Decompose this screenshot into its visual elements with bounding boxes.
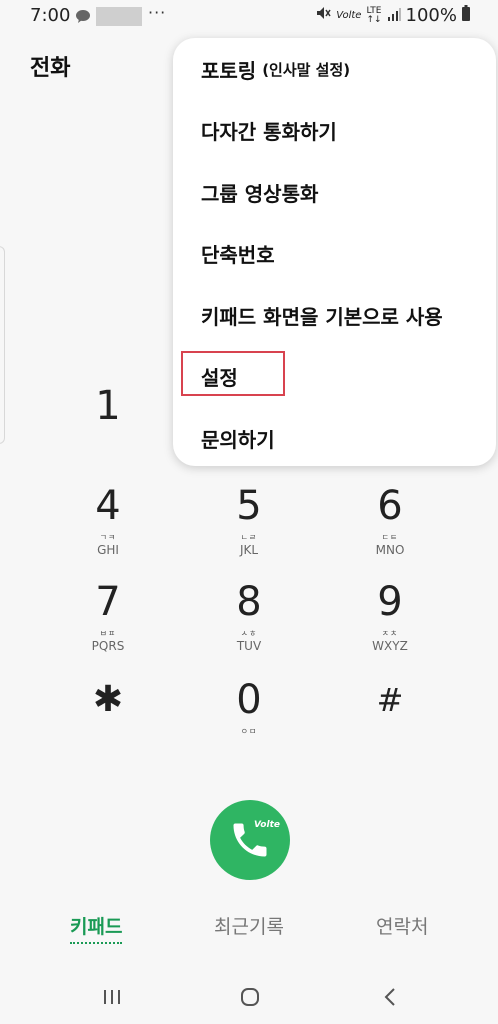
home-button[interactable] <box>236 983 264 1011</box>
status-indicators: Volte LTE ↑↓ 100% <box>315 5 470 26</box>
menu-item-label: 문의하기 <box>201 427 275 452</box>
menu-item-label: 단축번호 <box>201 242 275 267</box>
key-digit: ✱ <box>92 679 124 720</box>
key-korean-letters: ㄷㅌ <box>381 533 399 542</box>
more-notifications-icon: ··· <box>148 3 167 22</box>
menu-item-photoring[interactable]: 포토링 (인사말 설정) <box>201 49 481 89</box>
key-6[interactable]: 6 ㄷㅌ MNO <box>320 482 460 578</box>
recent-apps-button[interactable] <box>98 983 126 1011</box>
menu-item-label: 키패드 화면을 기본으로 사용 <box>201 304 443 329</box>
key-digit: 0 <box>236 677 262 723</box>
key-4[interactable]: 4 ㄱㅋ GHI <box>38 482 178 578</box>
key-english-letters: GHI <box>97 543 119 557</box>
back-button[interactable] <box>376 983 404 1011</box>
signal-icon <box>387 5 401 26</box>
menu-item-group-video-call[interactable]: 그룹 영상통화 <box>201 172 481 212</box>
lte-indicator: LTE ↑↓ <box>366 6 382 25</box>
key-english-letters: MNO <box>375 543 405 557</box>
key-9[interactable]: 9 ㅈㅊ WXYZ <box>320 578 460 674</box>
redacted-notification <box>96 7 142 26</box>
key-7[interactable]: 7 ㅂㅍ PQRS <box>38 578 178 674</box>
call-button[interactable]: Volte <box>210 800 290 880</box>
key-8[interactable]: 8 ㅅㅎ TUV <box>179 578 319 674</box>
bottom-tabs: 키패드 최근기록 연락처 <box>0 908 498 952</box>
tab-keypad[interactable]: 키패드 <box>70 912 123 944</box>
key-english-letters: JKL <box>239 543 259 557</box>
tab-label: 최근기록 <box>214 916 284 938</box>
menu-item-label: 다자간 통화하기 <box>201 119 337 144</box>
navigation-bar <box>0 975 498 1020</box>
key-digit: # <box>376 681 404 719</box>
recent-apps-icon <box>104 990 120 1004</box>
back-icon <box>384 988 395 1006</box>
settings-highlight-box <box>181 351 285 396</box>
tab-label: 연락처 <box>376 916 429 938</box>
key-hash[interactable]: # <box>320 676 460 772</box>
page-title: 전화 <box>30 56 71 81</box>
home-icon <box>241 988 259 1006</box>
key-digit: 5 <box>236 483 262 529</box>
key-digit: 9 <box>377 579 403 625</box>
status-time: 7:00 <box>30 5 71 26</box>
tab-recents[interactable]: 최근기록 <box>214 912 284 939</box>
menu-item-conference-call[interactable]: 다자간 통화하기 <box>201 110 481 150</box>
key-english-letters: WXYZ <box>372 639 408 653</box>
menu-item-speed-dial[interactable]: 단축번호 <box>201 233 481 273</box>
menu-item-label: 포토링 <box>201 58 257 83</box>
key-digit: 8 <box>236 579 262 625</box>
key-korean-letters: ㅇㅁ <box>240 727 258 736</box>
key-korean-letters: ㄱㅋ <box>99 533 117 542</box>
overflow-menu: 포토링 (인사말 설정) 다자간 통화하기 그룹 영상통화 단축번호 키패드 화… <box>173 38 496 466</box>
key-digit: 4 <box>95 483 121 529</box>
battery-level: 100% <box>405 5 457 26</box>
menu-item-sublabel: (인사말 설정) <box>262 60 351 79</box>
kakaotalk-icon <box>76 8 90 23</box>
key-korean-letters: ㅈㅊ <box>381 629 399 638</box>
key-digit: 1 <box>95 383 121 429</box>
key-0[interactable]: 0 ㅇㅁ <box>179 676 319 772</box>
volte-indicator: Volte <box>336 10 362 21</box>
active-tab-indicator <box>70 942 123 944</box>
key-english-letters: PQRS <box>91 639 125 653</box>
key-1[interactable]: 1 <box>38 382 178 478</box>
key-digit: 7 <box>95 579 121 625</box>
menu-item-label: 그룹 영상통화 <box>201 181 319 206</box>
key-5[interactable]: 5 ㄴㄹ JKL <box>179 482 319 578</box>
edge-panel-handle[interactable] <box>0 246 5 444</box>
battery-icon <box>462 5 470 26</box>
menu-item-keypad-default[interactable]: 키패드 화면을 기본으로 사용 <box>201 295 481 335</box>
key-digit: 6 <box>377 483 403 529</box>
key-korean-letters: ㄴㄹ <box>240 533 258 542</box>
key-korean-letters: ㅂㅍ <box>99 629 117 638</box>
lte-arrows: ↑↓ <box>366 14 382 25</box>
menu-item-contact-us[interactable]: 문의하기 <box>201 418 481 458</box>
status-bar: 7:00 ··· Volte LTE ↑↓ 100% <box>0 0 498 32</box>
mute-icon <box>315 5 331 26</box>
key-english-letters: TUV <box>236 639 262 653</box>
tab-label: 키패드 <box>70 916 123 938</box>
key-korean-letters: ㅅㅎ <box>240 629 258 638</box>
key-star[interactable]: ✱ <box>38 676 178 772</box>
volte-badge: Volte <box>254 820 280 830</box>
tab-contacts[interactable]: 연락처 <box>376 912 428 939</box>
